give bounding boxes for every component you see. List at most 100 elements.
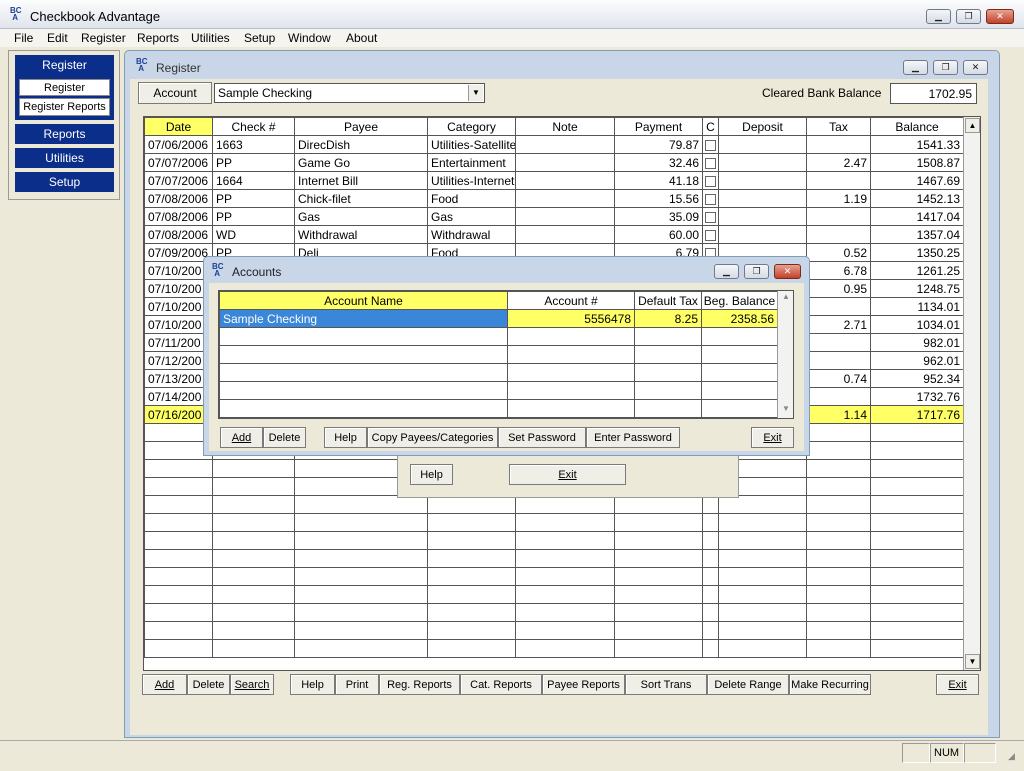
table-cell[interactable] xyxy=(701,363,778,382)
scroll-down-icon[interactable]: ▼ xyxy=(965,654,980,669)
table-cell[interactable] xyxy=(806,297,871,316)
table-cell[interactable] xyxy=(515,639,615,658)
table-cell[interactable] xyxy=(702,549,719,568)
table-cell[interactable]: 6.78 xyxy=(806,261,871,280)
table-cell[interactable] xyxy=(515,153,615,172)
table-cell[interactable] xyxy=(870,567,964,586)
table-cell[interactable] xyxy=(614,495,703,514)
register-close-icon[interactable]: ✕ xyxy=(963,60,988,75)
table-cell[interactable] xyxy=(294,603,428,622)
table-cell[interactable] xyxy=(515,603,615,622)
table-cell[interactable] xyxy=(507,381,635,400)
table-cell[interactable] xyxy=(294,585,428,604)
table-cell[interactable] xyxy=(144,621,213,640)
table-cell[interactable]: Utilities-Internet xyxy=(427,171,516,190)
table-cell[interactable]: 07/07/2006 xyxy=(144,153,213,172)
table-cell[interactable]: 79.87 xyxy=(614,135,703,154)
register-col-header[interactable]: Check # xyxy=(212,117,295,136)
table-cell[interactable] xyxy=(212,477,295,496)
cat-reports-button[interactable]: Cat. Reports xyxy=(460,674,542,695)
table-row[interactable] xyxy=(219,363,778,382)
table-cell[interactable] xyxy=(702,585,719,604)
close-icon[interactable]: ✕ xyxy=(986,9,1014,24)
table-row[interactable]: 07/08/2006 PP Chick-filet Food 15.56 1.19 1452… xyxy=(144,189,964,208)
table-cell[interactable] xyxy=(718,207,807,226)
table-cell[interactable] xyxy=(702,171,719,190)
help-button[interactable]: Help xyxy=(290,674,335,695)
table-cell[interactable]: Utilities-Satellite xyxy=(427,135,516,154)
table-cell[interactable] xyxy=(212,621,295,640)
table-cell[interactable] xyxy=(427,567,516,586)
table-cell[interactable] xyxy=(806,603,871,622)
table-cell[interactable] xyxy=(507,327,635,346)
menu-register[interactable]: Register xyxy=(81,31,126,45)
table-cell[interactable]: Food xyxy=(427,189,516,208)
table-cell[interactable]: 41.18 xyxy=(614,171,703,190)
sort-trans-button[interactable]: Sort Trans xyxy=(625,674,707,695)
table-cell[interactable]: 15.56 xyxy=(614,189,703,208)
table-cell[interactable]: Game Go xyxy=(294,153,428,172)
table-cell[interactable] xyxy=(718,603,807,622)
scroll-up-icon[interactable]: ▲ xyxy=(965,118,980,133)
table-cell[interactable] xyxy=(144,477,213,496)
payee-reports-button[interactable]: Payee Reports xyxy=(542,674,625,695)
accounts-restore-icon[interactable]: ❐ xyxy=(744,264,769,279)
table-cell[interactable] xyxy=(515,621,615,640)
table-cell[interactable] xyxy=(870,549,964,568)
table-cell[interactable] xyxy=(701,399,778,418)
table-row[interactable] xyxy=(144,495,964,514)
table-row[interactable]: 07/08/2006 PP Gas Gas 35.09 1417.04 xyxy=(144,207,964,226)
reg-reports-button[interactable]: Reg. Reports xyxy=(379,674,460,695)
table-cell[interactable] xyxy=(212,549,295,568)
table-cell[interactable] xyxy=(144,513,213,532)
enter-password-button[interactable]: Enter Password xyxy=(586,427,680,448)
table-cell[interactable] xyxy=(515,585,615,604)
accounts-delete-button[interactable]: Delete xyxy=(263,427,306,448)
table-cell[interactable] xyxy=(219,327,508,346)
table-cell[interactable] xyxy=(718,495,807,514)
table-cell[interactable] xyxy=(806,495,871,514)
table-cell[interactable] xyxy=(515,495,615,514)
table-cell[interactable] xyxy=(702,639,719,658)
maximize-icon[interactable]: ❐ xyxy=(956,9,981,24)
table-cell[interactable]: 982.01 xyxy=(870,333,964,352)
table-cell[interactable] xyxy=(427,531,516,550)
table-cell[interactable] xyxy=(427,603,516,622)
table-cell[interactable] xyxy=(806,351,871,370)
table-cell[interactable] xyxy=(718,531,807,550)
table-cell[interactable]: 1248.75 xyxy=(870,279,964,298)
table-cell[interactable] xyxy=(144,459,213,478)
table-cell[interactable] xyxy=(718,621,807,640)
table-cell[interactable] xyxy=(507,345,635,364)
background-help-button[interactable]: Help xyxy=(410,464,453,485)
register-col-header[interactable]: Category xyxy=(427,117,516,136)
table-cell[interactable] xyxy=(614,639,703,658)
table-cell[interactable]: 2.71 xyxy=(806,315,871,334)
table-cell[interactable] xyxy=(634,399,702,418)
table-cell[interactable]: 07/08/2006 xyxy=(144,207,213,226)
table-cell[interactable] xyxy=(870,459,964,478)
table-cell[interactable] xyxy=(294,495,428,514)
table-cell[interactable]: 1452.13 xyxy=(870,189,964,208)
minimize-icon[interactable]: ▁ xyxy=(926,9,951,24)
table-cell[interactable]: PP xyxy=(212,207,295,226)
cleared-checkbox[interactable] xyxy=(705,211,716,223)
table-cell[interactable] xyxy=(702,603,719,622)
accounts-exit-button[interactable]: Exit xyxy=(751,427,794,448)
table-cell[interactable] xyxy=(806,171,871,190)
table-cell[interactable]: Internet Bill xyxy=(294,171,428,190)
register-col-header[interactable]: Date xyxy=(144,117,213,136)
table-cell[interactable] xyxy=(702,225,719,244)
sidebar-item-utilities[interactable]: Utilities xyxy=(15,148,114,168)
menu-window[interactable]: Window xyxy=(288,31,331,45)
accounts-scroll-up-icon[interactable]: ▲ xyxy=(779,292,793,306)
table-cell[interactable] xyxy=(806,441,871,460)
table-cell[interactable] xyxy=(806,225,871,244)
table-cell[interactable] xyxy=(144,495,213,514)
table-cell[interactable]: 1664 xyxy=(212,171,295,190)
table-cell[interactable] xyxy=(701,327,778,346)
table-cell[interactable]: 07/06/2006 xyxy=(144,135,213,154)
table-cell[interactable]: 1350.25 xyxy=(870,243,964,262)
table-row[interactable] xyxy=(144,621,964,640)
accounts-col-header[interactable]: Account # xyxy=(507,291,635,310)
